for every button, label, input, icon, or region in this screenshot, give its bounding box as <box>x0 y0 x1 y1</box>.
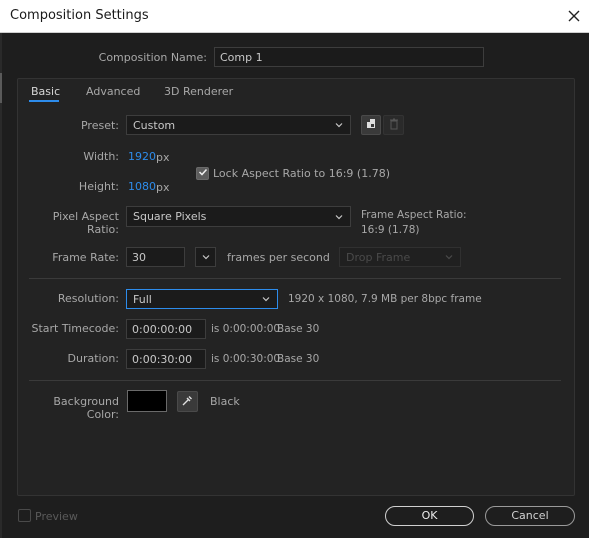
preset-dropdown[interactable]: Custom <box>126 115 351 135</box>
preview-label: Preview <box>35 510 78 523</box>
title-bar: Composition Settings <box>0 0 589 33</box>
edge-tick <box>0 73 2 103</box>
chevron-down-icon <box>444 252 454 262</box>
left-edge-strip <box>0 33 2 538</box>
check-icon <box>198 167 208 180</box>
composition-name-label: Composition Name: <box>98 51 207 64</box>
frame-rate-unit: frames per second <box>227 251 330 264</box>
pixel-aspect-dropdown[interactable]: Square Pixels <box>126 206 351 227</box>
chevron-down-icon <box>261 294 271 304</box>
cancel-button[interactable]: Cancel <box>485 506 575 526</box>
chevron-down-icon <box>201 252 211 262</box>
chevron-down-icon <box>334 120 344 130</box>
tab-basic[interactable]: Basic <box>31 85 60 98</box>
window-title: Composition Settings <box>10 8 149 23</box>
duration-base: Base 30 <box>277 353 320 365</box>
pixel-aspect-label: Pixel Aspect Ratio: <box>52 210 119 236</box>
drop-frame-value: Drop Frame <box>346 250 411 264</box>
width-unit: px <box>156 151 170 164</box>
start-timecode-label: Start Timecode: <box>31 322 119 335</box>
background-color-name: Black <box>210 395 240 408</box>
duration-label: Duration: <box>67 352 119 365</box>
tab-3d-renderer[interactable]: 3D Renderer <box>164 85 233 98</box>
width-value[interactable]: 1920 <box>128 150 156 163</box>
pixel-aspect-value: Square Pixels <box>133 210 207 223</box>
eyedropper-button[interactable] <box>177 391 198 412</box>
composition-name-input[interactable] <box>214 47 484 67</box>
save-preset-button[interactable] <box>361 115 381 135</box>
height-value[interactable]: 1080 <box>128 180 156 193</box>
close-icon[interactable] <box>565 7 583 25</box>
start-timecode-base: Base 30 <box>277 323 320 335</box>
drop-frame-dropdown[interactable]: Drop Frame <box>339 247 461 267</box>
start-timecode-info: is 0:00:00:00 <box>211 323 281 335</box>
height-unit: px <box>156 181 170 194</box>
lock-aspect-label: Lock Aspect Ratio to 16:9 (1.78) <box>213 167 390 180</box>
width-label: Width: <box>83 150 119 163</box>
resolution-value: Full <box>133 292 152 306</box>
resolution-dropdown[interactable]: Full <box>126 289 278 309</box>
delete-preset-button[interactable] <box>383 115 404 135</box>
start-timecode-input[interactable] <box>126 319 206 339</box>
duration-info: is 0:00:30:00 <box>211 353 281 365</box>
resolution-info: 1920 x 1080, 7.9 MB per 8bpc frame <box>288 293 482 305</box>
frame-aspect-title: Frame Aspect Ratio: <box>361 209 467 221</box>
tab-advanced[interactable]: Advanced <box>86 85 140 98</box>
section-divider <box>29 380 561 381</box>
frame-rate-input[interactable] <box>126 247 185 267</box>
background-color-swatch[interactable] <box>127 390 167 412</box>
resolution-label: Resolution: <box>57 292 119 305</box>
frame-rate-dropdown[interactable] <box>195 247 216 267</box>
trash-icon <box>388 118 400 133</box>
background-color-label: Background Color: <box>53 395 119 421</box>
height-label: Height: <box>78 180 119 193</box>
tab-active-indicator <box>29 100 59 102</box>
preview-checkbox[interactable] <box>18 509 31 522</box>
duration-input[interactable] <box>126 349 206 369</box>
settings-panel <box>17 78 575 496</box>
frame-rate-label: Frame Rate: <box>52 251 119 264</box>
section-divider <box>29 278 561 279</box>
save-preset-icon <box>365 118 377 133</box>
ok-button[interactable]: OK <box>385 506 474 526</box>
frame-aspect-value: 16:9 (1.78) <box>361 224 420 236</box>
preset-label: Preset: <box>80 119 119 132</box>
lock-aspect-checkbox[interactable] <box>196 167 209 180</box>
eyedropper-icon <box>181 394 194 410</box>
preset-value: Custom <box>133 118 176 132</box>
chevron-down-icon <box>334 212 344 222</box>
